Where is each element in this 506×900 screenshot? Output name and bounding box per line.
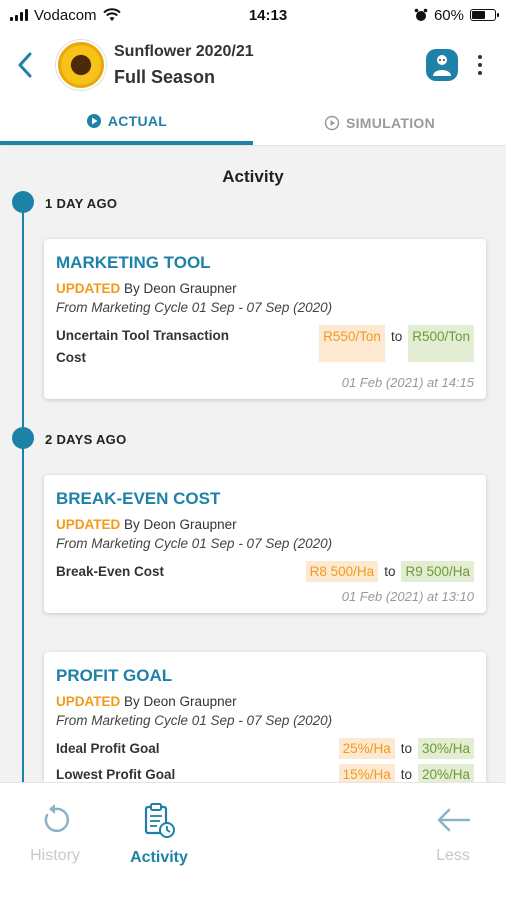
old-value: 15%/Ha: [338, 764, 395, 782]
card-source: From Marketing Cycle 01 Sep - 07 Sep (20…: [56, 300, 333, 315]
arrow-left-icon: [437, 808, 471, 832]
battery-percent: 60%: [433, 6, 464, 24]
change-row: Lowest Profit Goal 15%/Ha to 20%/Ha: [56, 764, 474, 782]
bottom-nav: History Activity Less: [0, 782, 506, 900]
nav-activity-label: Activity: [130, 849, 188, 866]
change-label: Ideal Profit Goal: [56, 741, 160, 756]
tab-simulation-label: SIMULATION: [345, 114, 436, 131]
wifi-icon: [102, 8, 121, 21]
page-title: Sunflower 2020/21: [114, 42, 254, 60]
card-title: BREAK-EVEN COST: [56, 489, 221, 508]
timeline-dot: [12, 191, 34, 213]
carrier-name: Vodacom: [34, 6, 97, 24]
timeline-group-label: 2 DAYS AGO: [45, 432, 127, 447]
more-options-button[interactable]: [468, 45, 492, 85]
card-source: From Marketing Cycle 01 Sep - 07 Sep (20…: [56, 536, 333, 551]
crop-avatar: [56, 40, 106, 90]
nav-history[interactable]: History: [0, 803, 110, 865]
tab-simulation[interactable]: SIMULATION: [253, 100, 506, 145]
timeline-line: [22, 197, 24, 782]
tab-actual[interactable]: ACTUAL: [0, 100, 253, 145]
status-label: UPDATED: [56, 281, 121, 296]
back-button[interactable]: [0, 40, 50, 90]
play-circle-outline-icon: [324, 115, 340, 130]
status-label: UPDATED: [56, 694, 121, 709]
status-time: 14:13: [248, 6, 288, 24]
change-row: Uncertain Tool Transaction Cost R550/Ton…: [56, 325, 474, 369]
change-row: Ideal Profit Goal 25%/Ha to 30%/Ha: [56, 738, 474, 760]
card-title: MARKETING TOOL: [56, 253, 211, 272]
status-label: UPDATED: [56, 517, 121, 532]
new-value: 30%/Ha: [417, 738, 474, 759]
status-bar: Vodacom 14:13 60%: [0, 0, 506, 30]
activity-card[interactable]: MARKETING TOOL UPDATED By Deon Graupner …: [44, 239, 486, 399]
app-header: Sunflower 2020/21 Full Season: [0, 32, 506, 98]
change-label: Uncertain Tool Transaction: [56, 328, 230, 343]
page-subtitle: Full Season: [114, 66, 216, 87]
alarm-icon: [414, 8, 428, 21]
to-word: to: [384, 564, 396, 579]
to-word: to: [400, 741, 412, 756]
change-row: Break-Even Cost R8 500/Ha to R9 500/Ha: [56, 561, 474, 583]
new-value: 20%/Ha: [417, 764, 474, 782]
card-timestamp: 01 Feb (2021) at 13:10: [341, 589, 474, 604]
play-circle-icon: [86, 113, 101, 128]
change-label: Lowest Profit Goal: [56, 767, 176, 782]
to-word: to: [400, 767, 412, 782]
card-source: From Marketing Cycle 01 Sep - 07 Sep (20…: [56, 713, 333, 728]
chevron-left-icon: [18, 52, 32, 78]
activity-card[interactable]: BREAK-EVEN COST UPDATED By Deon Graupner…: [44, 475, 486, 613]
section-title: Activity: [222, 167, 284, 186]
updated-by: By Deon Graupner: [124, 694, 237, 709]
old-value: R8 500/Ha: [305, 561, 379, 582]
new-value: R500/Ton: [408, 325, 474, 362]
change-label-cont: Cost: [56, 350, 86, 365]
updated-by: By Deon Graupner: [124, 281, 237, 296]
user-icon: [433, 55, 451, 76]
old-value: R550/Ton: [319, 325, 385, 362]
card-timestamp: 01 Feb (2021) at 14:15: [341, 375, 474, 390]
nav-history-label: History: [30, 847, 80, 864]
timeline-group-label: 1 DAY AGO: [45, 196, 118, 211]
timeline-dot: [12, 427, 34, 449]
nav-activity[interactable]: Activity: [104, 803, 214, 867]
battery-icon: [470, 9, 499, 21]
change-label: Break-Even Cost: [56, 564, 165, 579]
old-value: 25%/Ha: [338, 738, 395, 759]
tab-actual-label: ACTUAL: [107, 112, 168, 129]
history-icon: [44, 804, 70, 833]
clipboard-clock-icon: [144, 803, 175, 838]
signal-icon: [10, 9, 28, 21]
activity-feed[interactable]: Activity 1 DAY AGO MARKETING TOOL UPDATE…: [0, 147, 506, 782]
to-word: to: [390, 329, 403, 344]
card-title: PROFIT GOAL: [56, 666, 173, 685]
updated-by: By Deon Graupner: [124, 517, 237, 532]
nav-less-label: Less: [436, 847, 470, 864]
tab-bar: ACTUAL SIMULATION: [0, 100, 506, 146]
nav-less[interactable]: Less: [398, 803, 506, 865]
new-value: R9 500/Ha: [401, 561, 474, 582]
user-avatar-button[interactable]: [426, 49, 458, 81]
activity-card[interactable]: PROFIT GOAL UPDATED By Deon Graupner Fro…: [44, 652, 486, 782]
